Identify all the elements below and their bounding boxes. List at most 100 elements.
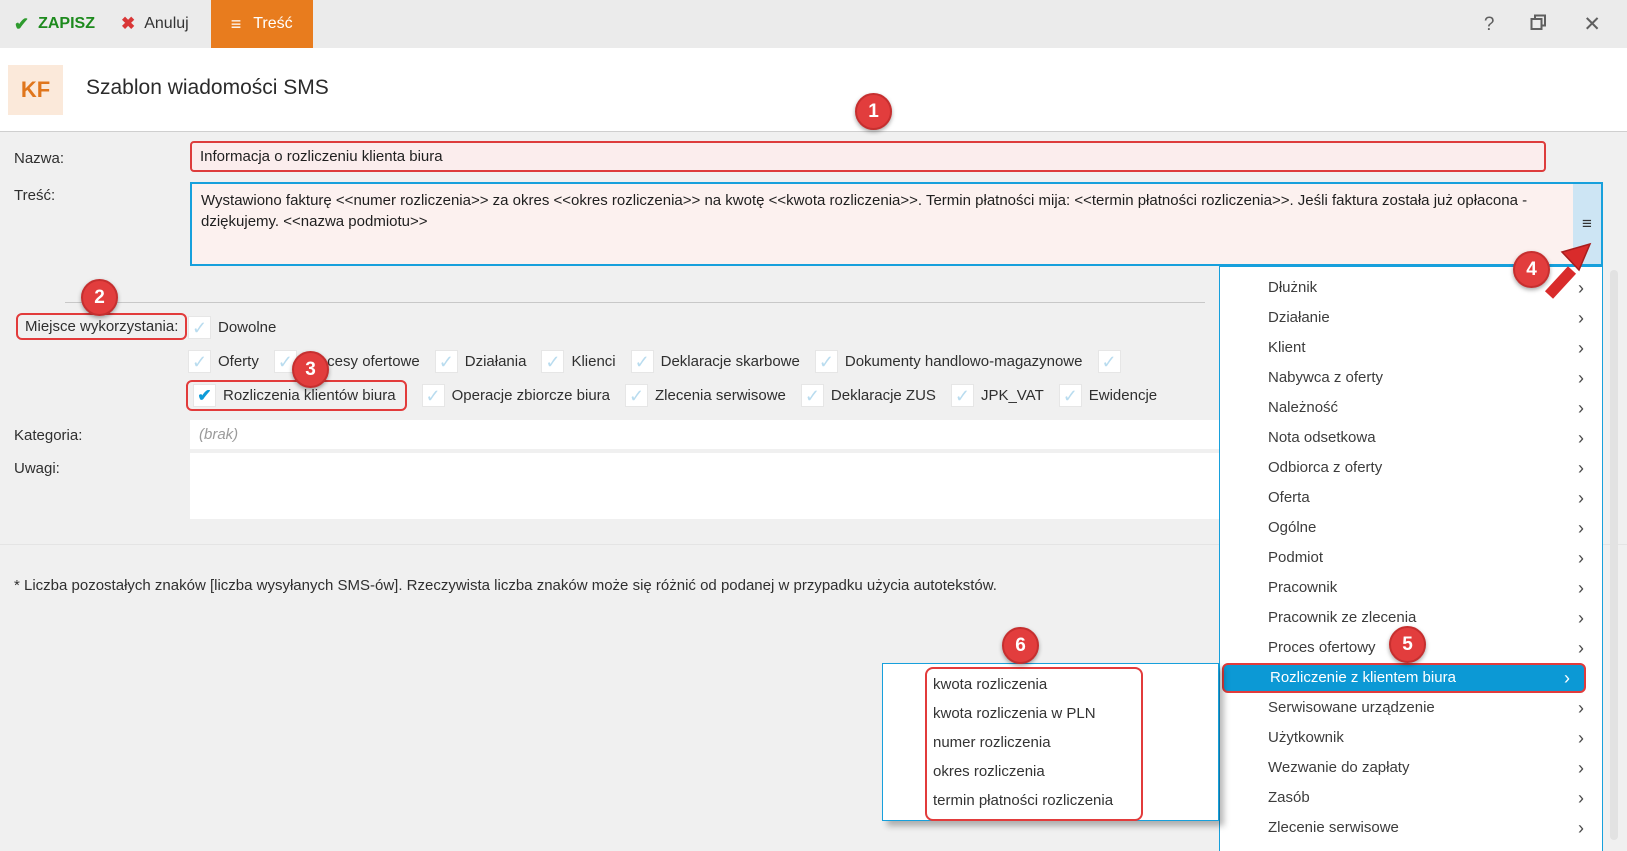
checkbox-icon[interactable]: ✓: [421, 384, 445, 407]
tresc-text[interactable]: Wystawiono fakturę <<numer rozliczenia>>…: [192, 184, 1571, 264]
submenu-item[interactable]: numer rozliczenia: [883, 728, 1218, 757]
annotation-badge-5: 5: [1389, 626, 1426, 663]
menu-item[interactable]: Zlecenie serwisowe ›: [1220, 813, 1602, 843]
chevron-right-icon: ›: [1578, 698, 1584, 718]
checkbox-icon[interactable]: ✓: [625, 384, 649, 407]
chevron-right-icon: ›: [1578, 638, 1584, 658]
checkbox-icon[interactable]: ✓: [950, 384, 974, 407]
footnote: * Liczba pozostałych znaków [liczba wysy…: [14, 577, 997, 594]
submenu-item[interactable]: kwota rozliczenia: [883, 670, 1218, 699]
menu-item[interactable]: Odbiorca z oferty ›: [1220, 453, 1602, 483]
menu-item[interactable]: Nabywca z oferty ›: [1220, 363, 1602, 393]
checkbox-icon[interactable]: ✓: [814, 350, 838, 373]
help-icon[interactable]: ?: [1484, 15, 1495, 34]
chevron-right-icon: ›: [1578, 338, 1584, 358]
submenu-item[interactable]: termin płatności rozliczenia: [883, 786, 1218, 815]
chevron-right-icon: ›: [1578, 398, 1584, 418]
checkbox-icon[interactable]: ✓: [434, 350, 458, 373]
menu-item[interactable]: Działanie ›: [1220, 303, 1602, 333]
menu-item[interactable]: Wezwanie do zapłaty ›: [1220, 753, 1602, 783]
tab-tresc-label: Treść: [253, 15, 293, 32]
checkbox-checked-icon[interactable]: ✔: [193, 384, 216, 407]
chevron-right-icon: ›: [1578, 308, 1584, 328]
cancel-button-label: Anuluj: [144, 15, 189, 32]
submenu-item[interactable]: kwota rozliczenia w PLN: [883, 699, 1218, 728]
usage-option[interactable]: ✓ Działania: [434, 350, 526, 373]
menu-item[interactable]: Użytkownik ›: [1220, 723, 1602, 753]
close-icon[interactable]: ✕: [1583, 14, 1601, 35]
checkbox-icon[interactable]: ✓: [541, 350, 565, 373]
usage-option[interactable]: ✓ Dokumenty handlowo-magazynowe: [814, 350, 1083, 373]
tresc-textarea[interactable]: Wystawiono fakturę <<numer rozliczenia>>…: [190, 182, 1603, 266]
checkbox-icon[interactable]: ✓: [188, 316, 211, 339]
annotation-badge-4: 4: [1513, 251, 1550, 288]
restore-window-icon[interactable]: [1530, 14, 1547, 35]
usage-option[interactable]: ✓ Zlecenia serwisowe: [625, 384, 786, 407]
chevron-right-icon: ›: [1578, 428, 1584, 448]
checkbox-icon[interactable]: ✓: [188, 350, 211, 373]
menu-item-selected[interactable]: Rozliczenie z klientem biura ›: [1222, 663, 1586, 693]
cancel-button[interactable]: ✖ Anuluj: [121, 14, 189, 34]
checkbox-icon[interactable]: ✓: [630, 350, 654, 373]
usage-option[interactable]: ✓ Oferty: [188, 350, 259, 373]
autotext-context-menu: Dłużnik › Działanie › Klient › Nabywca z of…: [1219, 266, 1603, 851]
chevron-right-icon: ›: [1578, 578, 1584, 598]
section-divider: [65, 302, 1205, 303]
chevron-right-icon: ›: [1578, 518, 1584, 538]
hamburger-icon: ≡: [230, 13, 242, 34]
usage-option[interactable]: ✓ Klienci: [541, 350, 616, 373]
usage-option[interactable]: ✓ Deklaracje skarbowe: [630, 350, 800, 373]
chevron-right-icon: ›: [1578, 548, 1584, 568]
submenu-item[interactable]: okres rozliczenia: [883, 757, 1218, 786]
checkbox-icon[interactable]: ✓: [1058, 384, 1082, 407]
chevron-right-icon: ›: [1578, 818, 1584, 838]
menu-item[interactable]: Podmiot ›: [1220, 543, 1602, 573]
miejsce-label: Miejsce wykorzystania:: [16, 313, 188, 340]
chevron-right-icon: ›: [1578, 488, 1584, 508]
menu-item[interactable]: Nota odsetkowa ›: [1220, 423, 1602, 453]
checkbox-icon[interactable]: ✓: [800, 384, 824, 407]
app-window: ✔ ZAPISZ ✖ Anuluj ≡ Treść ? ✕ KF Szablon…: [0, 0, 1627, 851]
annotation-badge-6: 6: [1002, 627, 1039, 664]
tresc-label: Treść:: [14, 187, 56, 204]
chevron-right-icon: ›: [1578, 368, 1584, 388]
annotation-badge-3: 3: [292, 351, 329, 388]
autotext-submenu: kwota rozliczenia kwota rozliczenia w PL…: [882, 663, 1219, 821]
nazwa-input[interactable]: Informacja o rozliczeniu klienta biura: [190, 141, 1546, 172]
usage-option[interactable]: ✓ Deklaracje ZUS: [800, 384, 936, 407]
chevron-right-icon: ›: [1578, 728, 1584, 748]
checkbox-icon[interactable]: ✓: [1097, 350, 1121, 373]
window-controls: ? ✕: [1484, 14, 1627, 35]
app-logo: KF: [8, 65, 63, 115]
tab-tresc[interactable]: ≡ Treść: [210, 0, 313, 48]
usage-option-rozliczenia-klientow-biura[interactable]: ✔ Rozliczenia klientów biura: [186, 380, 407, 411]
usage-option[interactable]: ✓ Ewidencje: [1058, 384, 1157, 407]
menu-item[interactable]: Należność ›: [1220, 393, 1602, 423]
kategoria-label: Kategoria:: [14, 427, 83, 444]
chevron-right-icon: ›: [1578, 608, 1584, 628]
annotation-badge-2: 2: [81, 279, 118, 316]
hamburger-icon: ≡: [1582, 214, 1592, 233]
usage-row-3: ✔ Rozliczenia klientów biura ✓ Operacje …: [186, 380, 1157, 411]
menu-item[interactable]: Serwisowane urządzenie ›: [1220, 693, 1602, 723]
menu-item[interactable]: Ogólne ›: [1220, 513, 1602, 543]
usage-option[interactable]: ✓: [1097, 350, 1128, 373]
menu-item[interactable]: Pracownik ›: [1220, 573, 1602, 603]
usage-option-dowolne[interactable]: ✓ Dowolne: [188, 316, 276, 339]
annotation-badge-1: 1: [855, 93, 892, 130]
x-icon: ✖: [120, 14, 136, 33]
page-title: Szablon wiadomości SMS: [86, 76, 329, 99]
usage-option[interactable]: ✓ Operacje zbiorcze biura: [421, 384, 610, 407]
scrollbar-thumb[interactable]: [1610, 270, 1618, 840]
chevron-right-icon: ›: [1564, 668, 1570, 688]
menu-item[interactable]: Zasób ›: [1220, 783, 1602, 813]
uwagi-label: Uwagi:: [14, 460, 60, 477]
chevron-right-icon: ›: [1578, 458, 1584, 478]
menu-item[interactable]: Klient ›: [1220, 333, 1602, 363]
toolbar: ✔ ZAPISZ ✖ Anuluj ≡ Treść ? ✕: [0, 0, 1627, 49]
save-button[interactable]: ✔ ZAPISZ: [14, 14, 95, 35]
check-icon: ✔: [14, 13, 30, 34]
usage-option[interactable]: ✓ JPK_VAT: [950, 384, 1044, 407]
menu-item[interactable]: Oferta ›: [1220, 483, 1602, 513]
chevron-right-icon: ›: [1578, 758, 1584, 778]
